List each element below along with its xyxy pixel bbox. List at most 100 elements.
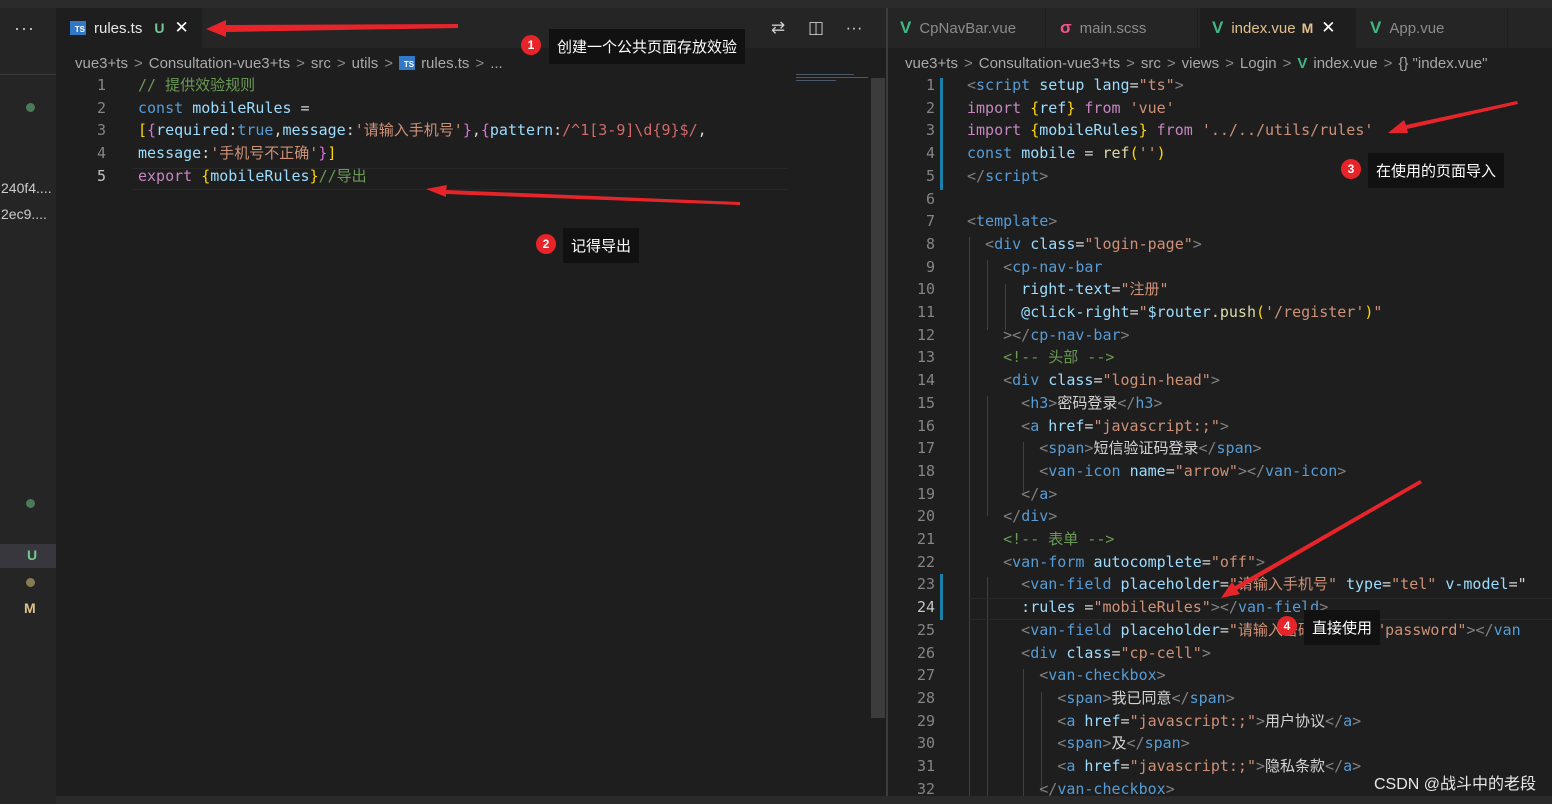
breadcrumb-item[interactable]: vue3+ts xyxy=(905,55,958,72)
code-token: from xyxy=(1084,98,1130,117)
code-token: '../../utils/rules' xyxy=(1201,121,1374,140)
code-token: h3 xyxy=(1030,393,1049,412)
line-number: 26 xyxy=(916,643,935,662)
code-line[interactable]: <a href="javascript:;"> xyxy=(967,415,1229,438)
breadcrumb-item[interactable]: ... xyxy=(490,55,503,72)
code-token: > xyxy=(1039,166,1049,185)
left-editor-group: TS rules.ts U ✕ ⇄ ◫ ··· vue3+ts > Consulta… xyxy=(56,8,886,804)
tab-cpnavbar-vue[interactable]: V CpNavBar.vue xyxy=(888,8,1046,48)
code-token: </ xyxy=(967,484,1040,503)
code-line[interactable]: // 提供效验规则 xyxy=(138,74,255,97)
code-token: , xyxy=(471,121,481,140)
code-line[interactable]: <van-field placeholder="请输入密码" type="pas… xyxy=(967,619,1520,642)
close-icon[interactable]: ✕ xyxy=(174,18,188,38)
code-line[interactable]: import {mobileRules} from '../../utils/r… xyxy=(967,119,1373,142)
code-line[interactable]: <van-field placeholder="请输入手机号" type="te… xyxy=(967,573,1526,596)
code-line[interactable]: <!-- 表单 --> xyxy=(967,528,1114,551)
code-line[interactable]: <span>我已同意</span> xyxy=(967,687,1235,710)
code-line[interactable]: export {mobileRules}//导出 xyxy=(138,165,367,188)
code-line[interactable]: <van-checkbox> xyxy=(967,664,1165,687)
code-line[interactable]: ></cp-nav-bar> xyxy=(967,324,1129,347)
code-line[interactable]: <div class="login-page"> xyxy=(967,233,1202,256)
code-token: :rules xyxy=(967,598,1085,617)
code-line[interactable]: </script> xyxy=(967,165,1048,188)
code-line[interactable]: <h3>密码登录</h3> xyxy=(967,392,1162,415)
breadcrumb-item[interactable]: rules.ts xyxy=(421,55,469,72)
compare-changes-icon[interactable]: ⇄ xyxy=(759,18,797,38)
line-number: 17 xyxy=(916,439,935,458)
code-line[interactable]: import {ref} from 'vue' xyxy=(967,97,1175,120)
breadcrumb-item[interactable]: src xyxy=(1141,55,1161,72)
breadcrumb-item[interactable]: utils xyxy=(352,55,379,72)
vertical-scrollbar[interactable] xyxy=(871,78,885,718)
breadcrumb-separator-icon: > xyxy=(133,54,143,72)
breadcrumb-item[interactable]: index.vue xyxy=(1313,55,1377,72)
code-token: 短信验证码登录 xyxy=(1093,439,1199,458)
breadcrumb-item[interactable]: views xyxy=(1182,55,1220,72)
code-line[interactable]: message:'手机号不正确'}] xyxy=(138,142,336,165)
code-token: a xyxy=(1039,484,1049,503)
line-number: 13 xyxy=(916,348,935,367)
code-token: = xyxy=(1382,575,1392,594)
code-token: const xyxy=(138,98,193,117)
code-line[interactable]: <van-form autocomplete="off"> xyxy=(967,551,1265,574)
close-icon[interactable]: ✕ xyxy=(1321,18,1335,38)
code-token: < xyxy=(967,76,977,94)
line-number: 29 xyxy=(916,711,935,730)
code-line[interactable]: <a href="javascript:;">用户协议</a> xyxy=(967,710,1361,733)
breadcrumb-item[interactable]: Consultation-vue3+ts xyxy=(149,55,290,72)
annotation-number-3: 3 xyxy=(1341,159,1361,179)
code-line[interactable]: <div class="login-head"> xyxy=(967,369,1220,392)
more-actions-icon[interactable]: ··· xyxy=(14,18,35,39)
breadcrumb-item[interactable]: Consultation-vue3+ts xyxy=(979,55,1120,72)
breadcrumb-separator-icon: > xyxy=(384,54,394,72)
code-token: "password" xyxy=(1376,620,1467,639)
tab-index-vue[interactable]: Vindex.vue M ✕ xyxy=(1200,8,1356,48)
code-line[interactable]: </a> xyxy=(967,483,1057,506)
split-editor-icon[interactable]: ◫ xyxy=(797,18,835,38)
code-token: '/register' xyxy=(1265,303,1365,321)
breadcrumb-item[interactable]: Login xyxy=(1240,55,1277,72)
code-token: > xyxy=(1219,416,1229,435)
scrollbar-thumb[interactable] xyxy=(871,78,885,718)
commit-hash-2[interactable]: 2ec9.... xyxy=(1,206,47,222)
code-line[interactable]: </div> xyxy=(967,505,1057,528)
code-token: . xyxy=(1210,303,1220,321)
code-line[interactable]: <van-icon name="arrow"></van-icon> xyxy=(967,460,1346,483)
breadcrumb-item[interactable]: {} "index.vue" xyxy=(1398,55,1487,72)
code-token: 我已同意 xyxy=(1111,688,1172,707)
code-token: ( xyxy=(1256,303,1266,321)
code-line[interactable]: const mobile = ref('') xyxy=(967,142,1166,165)
code-token: a xyxy=(1030,416,1049,435)
breadcrumb-item[interactable]: src xyxy=(311,55,331,72)
code-line[interactable]: :rules ="mobileRules"></van-field> xyxy=(967,596,1328,619)
commit-hash-1[interactable]: 240f4.... xyxy=(1,180,52,196)
vue-file-icon: V xyxy=(1297,54,1308,72)
code-line[interactable]: <span>及</span> xyxy=(967,732,1189,755)
code-line[interactable]: @click-right="$router.push('/register')" xyxy=(967,301,1382,324)
line-number: 31 xyxy=(916,757,935,775)
more-actions-icon[interactable]: ··· xyxy=(835,18,873,38)
code-line[interactable]: [{required:true,message:'请输入手机号'},{patte… xyxy=(138,119,707,142)
code-token: { xyxy=(1030,121,1040,140)
code-line[interactable]: <span>短信验证码登录</span> xyxy=(967,437,1261,460)
code-line[interactable]: <div class="cp-cell"> xyxy=(967,642,1211,665)
code-line[interactable]: right-text="注册" xyxy=(967,278,1168,301)
line-number: 5 xyxy=(96,166,106,185)
code-line[interactable]: <script setup lang="ts"> xyxy=(967,74,1184,97)
code-editor[interactable]: 1 2 3 4 5// 提供效验规则 const mobileRules = [{requi… xyxy=(56,74,816,194)
code-line[interactable]: <!-- 头部 --> xyxy=(967,346,1114,369)
tab-main-scss[interactable]: σ main.scss xyxy=(1048,8,1198,48)
minimap[interactable] xyxy=(796,74,868,86)
tab-rules-ts[interactable]: TS rules.ts U ✕ xyxy=(56,8,202,48)
code-token: </ xyxy=(1198,439,1217,458)
code-line[interactable]: <template> xyxy=(967,210,1057,233)
code-token: 隐私条款 xyxy=(1265,757,1326,775)
code-line[interactable]: <a href="javascript:;">隐私条款</a> xyxy=(967,755,1361,778)
code-line[interactable]: const mobileRules = xyxy=(138,97,310,120)
untracked-row[interactable]: U xyxy=(0,544,56,568)
breadcrumb-item[interactable]: vue3+ts xyxy=(75,55,128,72)
code-line[interactable]: <cp-nav-bar xyxy=(967,256,1102,279)
code-token: > xyxy=(1225,688,1235,707)
tab-app-vue[interactable]: V App.vue xyxy=(1358,8,1508,48)
